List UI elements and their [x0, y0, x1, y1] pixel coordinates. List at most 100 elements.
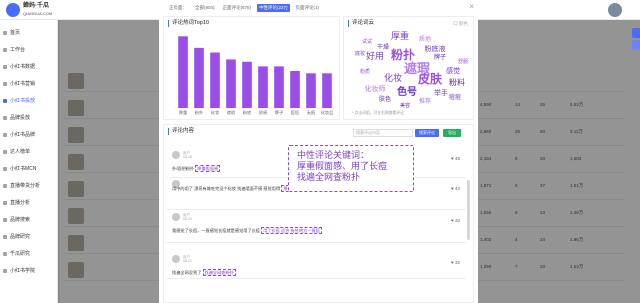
- bar-粉底[interactable]: [242, 61, 252, 108]
- x-tick-label: 粉底: [243, 109, 251, 116]
- comment-text: 用中的用了 漂亮有做吃完没个化妆 找遍墙面不感 感觉用得 厚重: [172, 185, 294, 192]
- sidebar-item[interactable]: 千瓜研究: [0, 247, 57, 261]
- word-cloud-word[interactable]: 好用: [366, 50, 384, 61]
- bar-厚重[interactable]: [178, 36, 188, 108]
- word-cloud-word[interactable]: 舒服: [458, 58, 468, 65]
- hot-words-bar-chart: 厚重 粉扑 化妆 遮瑕 粉底 质感 牌子 痘痘 无痕 化妆品: [175, 36, 335, 116]
- word-cloud-word[interactable]: 举手: [434, 88, 448, 97]
- bar-痘痘[interactable]: [290, 71, 300, 108]
- keyword-highlight: 用了长痘 适合 有些地方一直痘: [261, 227, 322, 234]
- comment-meta: 用户 08-21: [183, 255, 192, 263]
- sidebar-item[interactable]: 品牌搜索: [0, 213, 57, 227]
- tab-sentiment[interactable]: 正面评论(676): [221, 4, 254, 12]
- word-cloud-word[interactable]: 粉质: [360, 68, 370, 75]
- x-tick-label: 无痕: [307, 109, 316, 116]
- right-float-button[interactable]: [632, 28, 640, 38]
- sidebar-item[interactable]: 小红书营销: [0, 77, 57, 91]
- word-cloud-word[interactable]: 牌子: [434, 53, 446, 61]
- like-value: 44: [454, 186, 460, 191]
- commenter-avatar: [172, 213, 180, 221]
- word-cloud-word[interactable]: 化妆师: [365, 84, 386, 93]
- bar-牌子[interactable]: [274, 66, 284, 108]
- sidebar-item[interactable]: 首页: [0, 26, 57, 40]
- hot-words-panel: 评论热词Top10 厚重 粉扑 化妆 遮瑕 粉底 质感 牌子 痘痘 无痕 化妆品: [163, 16, 340, 120]
- word-cloud-word[interactable]: 质地: [419, 35, 431, 43]
- close-icon[interactable]: ×: [469, 2, 474, 11]
- comment-meta: 用户 08-20: [183, 213, 192, 221]
- bar-化妆[interactable]: [210, 52, 220, 109]
- bar-粉扑[interactable]: [194, 47, 204, 108]
- comment-body: 用中的用了 漂亮有做吃完没个化妆 找遍墙面不感 感觉用得: [172, 186, 281, 191]
- sidebar-item[interactable]: 工作台: [0, 43, 57, 57]
- comments-scrollbar[interactable]: [467, 180, 470, 240]
- sentiment-tabs: 正负面： 全部(904) 正面评论(676) 中性评论(227) 负面评论(1): [167, 4, 321, 12]
- word-cloud-word[interactable]: 粉底液: [425, 44, 446, 53]
- comment-text: 找遍全网没到了 找遍全网查粉扑: [172, 269, 236, 276]
- brand-logo[interactable]: [6, 3, 20, 17]
- x-tick-label: 厚重: [179, 109, 187, 116]
- word-cloud-note: * 点击词组，可在右侧查看评论: [352, 111, 404, 115]
- sidebar-item[interactable]: 品牌研究: [0, 230, 57, 244]
- word-cloud-word[interactable]: 皮肤: [417, 71, 443, 86]
- word-cloud-word[interactable]: 推荐: [419, 97, 431, 105]
- word-cloud-word[interactable]: 干燥: [377, 43, 389, 51]
- x-tick-label: 化妆品: [321, 109, 334, 116]
- comment-meta: 用户 08-18: [183, 151, 192, 159]
- like-value: 46: [454, 156, 460, 161]
- word-cloud-word[interactable]: 肤色: [379, 95, 391, 103]
- tab-sentiment[interactable]: 负面评论(1): [294, 4, 322, 12]
- sidebar-item[interactable]: 达人榜单: [0, 145, 57, 159]
- word-cloud-word[interactable]: 粉料: [449, 77, 465, 87]
- commenter-avatar: [172, 151, 180, 159]
- word-cloud-word[interactable]: 底妆: [355, 50, 365, 57]
- export-button[interactable]: 导出: [443, 129, 461, 137]
- comment-date: 08-21: [183, 259, 192, 263]
- word-cloud-word[interactable]: 化妆: [384, 72, 402, 83]
- word-cloud-word[interactable]: 试试: [362, 38, 372, 45]
- x-tick-label: 遮瑕: [227, 109, 236, 116]
- word-cloud: 厚重试试干燥质地粉底液好用 粉扑 牌子遮瑕 感觉化妆 皮肤 粉料化妆师 色号 举手粉质肤色 推荐…: [355, 30, 468, 109]
- word-cloud-word[interactable]: 痘痘: [449, 93, 461, 101]
- brand-name: 蝉妈·千瓜 QIANGUA.COM: [23, 3, 52, 17]
- comments-title: 评论内容: [168, 128, 194, 135]
- search-comments-button[interactable]: 搜索评论: [415, 129, 439, 137]
- bar-质感[interactable]: [258, 66, 268, 108]
- word-cloud-title: 评论词云: [348, 20, 374, 27]
- word-cloud-word[interactable]: 粉扑: [391, 47, 415, 62]
- sidebar-item[interactable]: 小红书投放: [0, 94, 57, 108]
- comment-item: 用户 08-20 我感觉了长痘，一直感觉长痘就是感觉用了长痘 用了长痘 适合 有些地…: [166, 213, 466, 243]
- sidebar-item[interactable]: 小红书MCN: [0, 162, 57, 176]
- tab-sentiment[interactable]: 全部(904): [193, 4, 217, 12]
- comment-body: 找遍全网没到了: [172, 270, 202, 275]
- user-avatar[interactable]: [608, 3, 622, 17]
- sidebar-item[interactable]: 品牌投放: [0, 111, 57, 125]
- sidebar-item[interactable]: 直播分析: [0, 196, 57, 210]
- sidebar: 首页工作台小红书数据小红书营销小红书投放品牌投放小红书品牌达人榜单小红书MCN 直…: [0, 20, 58, 303]
- bar-遮瑕[interactable]: [226, 59, 236, 108]
- like-value: 33: [454, 218, 460, 223]
- like-count: ♥ 32: [451, 260, 460, 265]
- comment-search-input[interactable]: 搜索评论内容: [353, 129, 413, 137]
- sidebar-item[interactable]: 直播带货分析: [0, 179, 57, 193]
- word-cloud-word[interactable]: 感觉: [446, 66, 460, 75]
- tab-sentiment[interactable]: 中性评论(227): [257, 4, 290, 12]
- comment-body: 我感觉了长痘，一直感觉长痘就是感觉用了长痘: [172, 228, 260, 233]
- x-tick-label: 粉扑: [195, 109, 204, 116]
- word-cloud-word[interactable]: 厚重: [391, 30, 409, 41]
- sidebar-item[interactable]: 小红书品牌: [0, 128, 57, 142]
- bar-化妆品[interactable]: [322, 73, 332, 108]
- brand-name-line1: 蝉妈·千瓜: [23, 3, 49, 9]
- x-tick-label: 化妆: [211, 109, 220, 116]
- sidebar-item[interactable]: 小红书学院: [0, 264, 57, 278]
- bar-无痕[interactable]: [306, 73, 316, 108]
- comment-item: 用户 08-21 找遍全网没到了 找遍全网查粉扑 ♥ 32: [166, 255, 466, 279]
- right-float-button[interactable]: [632, 40, 640, 50]
- word-cloud-panel: 评论词云 口 颜色 厚重 试试 干燥 质地 粉底液 好用 粉扑 牌子 遮瑕 感觉 化妆 皮肤 粉料 化妆师…: [343, 16, 474, 120]
- word-cloud-toggle[interactable]: 口 颜色: [453, 21, 468, 27]
- word-cloud-word[interactable]: 美容: [400, 102, 410, 109]
- word-cloud-word[interactable]: 色号: [397, 85, 417, 98]
- comment-text: 扑/面把粉扑 厚重假面感: [172, 165, 221, 172]
- comment-text: 我感觉了长痘，一直感觉长痘就是感觉用了长痘 用了长痘 适合 有些地方一直痘: [172, 227, 322, 234]
- tab-sentiment: 正负面：: [169, 5, 187, 10]
- sidebar-item[interactable]: 小红书数据: [0, 60, 57, 74]
